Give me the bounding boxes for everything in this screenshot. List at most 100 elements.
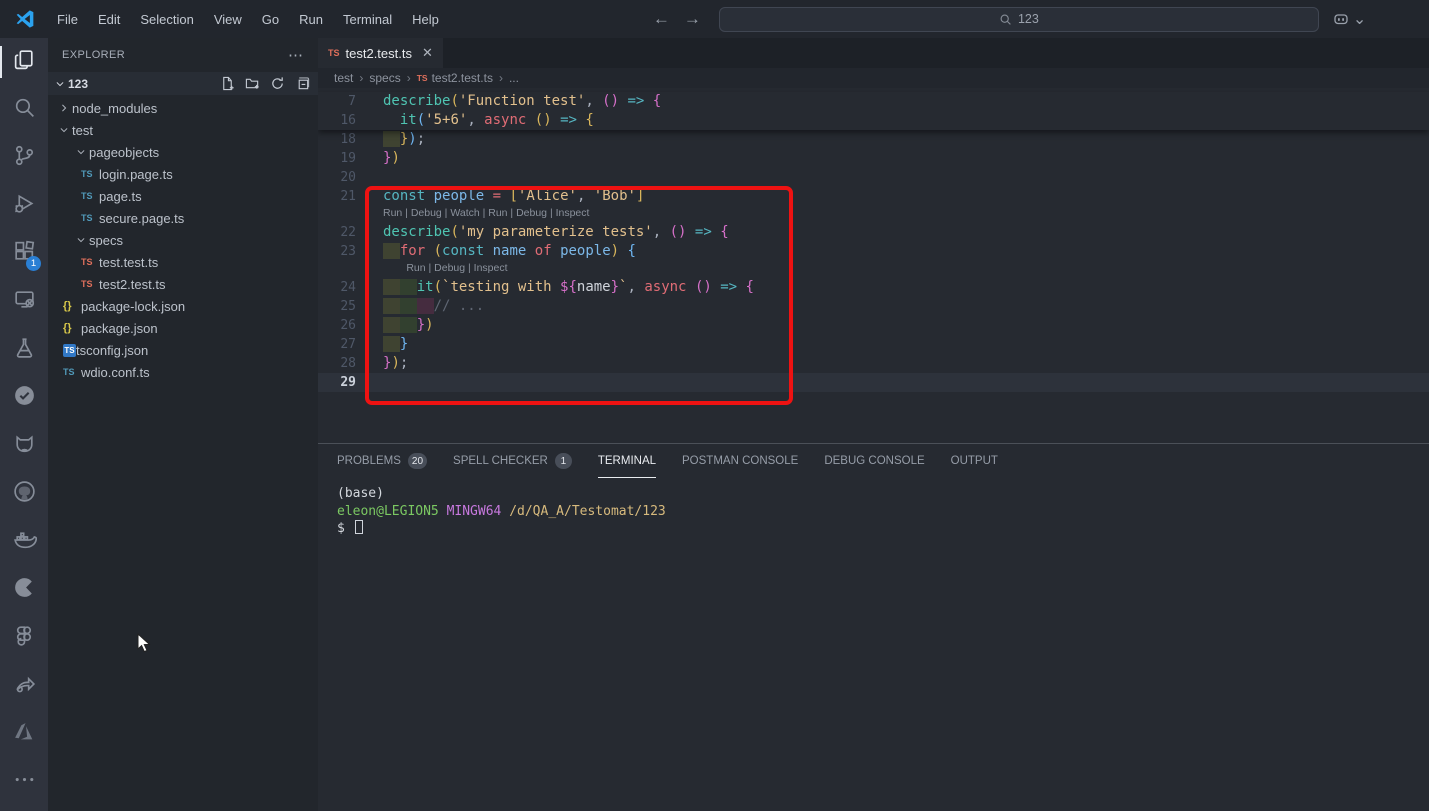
panel-tab-terminal[interactable]: TERMINAL — [598, 444, 656, 478]
activitybar-testing[interactable] — [0, 326, 48, 374]
code-text: } — [356, 335, 408, 354]
codelens-row[interactable]: Run | Debug | Inspect — [318, 261, 1429, 278]
tree-file-secure-page-ts[interactable]: TSsecure.page.ts — [48, 207, 318, 229]
tree-item-label: test — [72, 123, 93, 138]
tree-item-label: test.test.ts — [99, 255, 158, 270]
panel-tab-debug-console[interactable]: DEBUG CONSOLE — [824, 444, 924, 478]
code-line-27[interactable]: 27 } — [318, 335, 1429, 354]
panel-tab-output[interactable]: OUTPUT — [951, 444, 998, 478]
tree-folder-pageobjects[interactable]: pageobjects — [48, 141, 318, 163]
menu-terminal[interactable]: Terminal — [334, 8, 401, 31]
workspace-section-header[interactable]: 123 — [48, 72, 318, 95]
activitybar-pie-circle-extension[interactable] — [0, 566, 48, 614]
code-line-20[interactable]: 20 — [318, 168, 1429, 187]
ts-square-file-icon: TS — [63, 344, 76, 357]
tree-folder-specs[interactable]: specs — [48, 229, 318, 251]
activitybar-cat-extension[interactable] — [0, 422, 48, 470]
menu-go[interactable]: Go — [253, 8, 288, 31]
breadcrumb-item[interactable]: TStest2.test.ts — [417, 71, 493, 85]
menu-file[interactable]: File — [48, 8, 87, 31]
menu-run[interactable]: Run — [290, 8, 332, 31]
activitybar-run-and-debug[interactable] — [0, 182, 48, 230]
new-folder-icon[interactable] — [244, 76, 260, 92]
code-text: }) — [356, 316, 434, 335]
forward-arrow-icon[interactable]: → — [684, 9, 701, 29]
back-arrow-icon[interactable]: ← — [653, 9, 670, 29]
more-icon — [12, 767, 37, 797]
code-line-16[interactable]: 16 it('5+6', async () => { — [318, 111, 1429, 130]
menu-selection[interactable]: Selection — [131, 8, 202, 31]
remote-explorer-icon — [12, 287, 37, 317]
activitybar-extensions[interactable]: 1 — [0, 230, 48, 278]
activitybar-docker[interactable] — [0, 518, 48, 566]
line-number: 18 — [318, 130, 356, 149]
tree-file-tsconfig-json[interactable]: TStsconfig.json — [48, 339, 318, 361]
close-icon[interactable]: ✕ — [422, 45, 433, 61]
command-search-box[interactable]: 123 — [719, 7, 1319, 32]
code-line-25[interactable]: 25 // ... — [318, 297, 1429, 316]
code-line-22[interactable]: 22describe('my parameterize tests', () =… — [318, 223, 1429, 242]
activitybar-check-circle-extension[interactable] — [0, 374, 48, 422]
tab-test2-test-ts[interactable]: TS test2.test.ts ✕ — [318, 38, 443, 68]
activitybar-search[interactable] — [0, 86, 48, 134]
code-line-7[interactable]: 7describe('Function test', () => { — [318, 92, 1429, 111]
tree-file-package-json[interactable]: {}package.json — [48, 317, 318, 339]
tree-file-package-lock-json[interactable]: {}package-lock.json — [48, 295, 318, 317]
activitybar-explorer[interactable] — [0, 38, 48, 86]
tree-file-test2-test-ts[interactable]: TStest2.test.ts — [48, 273, 318, 295]
code-editor[interactable]: 7describe('Function test', () => {16 it(… — [318, 88, 1429, 443]
testing-icon — [12, 335, 37, 365]
code-line-19[interactable]: 19}) — [318, 149, 1429, 168]
editor-tabbar: TS test2.test.ts ✕ — [318, 38, 1429, 68]
collapse-all-icon[interactable] — [294, 76, 310, 92]
code-line-26[interactable]: 26 }) — [318, 316, 1429, 335]
code-line-21[interactable]: 21const people = ['Alice', 'Bob'] — [318, 187, 1429, 206]
codelens-links[interactable]: Run | Debug | Watch | Run | Debug | Insp… — [356, 206, 589, 223]
ts-blue-file-icon: TS — [63, 367, 81, 377]
activitybar-source-control[interactable] — [0, 134, 48, 182]
code-text: it(`testing with ${name}`, async () => { — [356, 278, 754, 297]
new-file-icon[interactable] — [219, 76, 235, 92]
code-line-28[interactable]: 28}); — [318, 354, 1429, 373]
activitybar-github[interactable] — [0, 470, 48, 518]
breadcrumb-item[interactable]: specs — [369, 71, 400, 85]
activitybar-azure[interactable] — [0, 710, 48, 758]
code-line-29[interactable]: 29 — [318, 373, 1429, 392]
cat-icon — [12, 431, 37, 461]
menu-view[interactable]: View — [205, 8, 251, 31]
tree-folder-test[interactable]: test — [48, 119, 318, 141]
explorer-sidebar: EXPLORER ⋯ 123 node_modulestestpageobjec… — [48, 38, 318, 811]
codelens-row[interactable]: Run | Debug | Watch | Run | Debug | Insp… — [318, 206, 1429, 223]
activitybar-live-share[interactable] — [0, 662, 48, 710]
tree-file-page-ts[interactable]: TSpage.ts — [48, 185, 318, 207]
tree-folder-node-modules[interactable]: node_modules — [48, 97, 318, 119]
ts-blue-file-icon: TS — [81, 213, 99, 223]
codelens-links[interactable]: Run | Debug | Inspect — [356, 261, 508, 278]
panel-tab-problems[interactable]: PROBLEMS20 — [337, 444, 427, 478]
activitybar-figma-extension[interactable] — [0, 614, 48, 662]
refresh-icon[interactable] — [269, 76, 285, 92]
activitybar-remote-explorer[interactable] — [0, 278, 48, 326]
activitybar-more-actions[interactable] — [0, 758, 48, 806]
code-line-23[interactable]: 23 for (const name of people) { — [318, 242, 1429, 261]
panel-tab-postman-console[interactable]: POSTMAN CONSOLE — [682, 444, 798, 478]
terminal-output[interactable]: (base)eleon@LEGION5 MINGW64 /d/QA_A/Test… — [318, 478, 1429, 538]
tree-file-test-test-ts[interactable]: TStest.test.ts — [48, 251, 318, 273]
tree-file-wdio-conf-ts[interactable]: TSwdio.conf.ts — [48, 361, 318, 383]
sticky-scroll: 7describe('Function test', () => {16 it(… — [318, 92, 1429, 130]
code-text: it('5+6', async () => { — [356, 111, 594, 130]
menu-edit[interactable]: Edit — [89, 8, 129, 31]
vscode-logo-icon — [14, 8, 36, 30]
copilot-menu[interactable]: ⌄ — [1333, 9, 1366, 29]
breadcrumb-item[interactable]: test — [334, 71, 353, 85]
code-line-18[interactable]: 18 }); — [318, 130, 1429, 149]
breadcrumb-item[interactable]: ... — [509, 71, 519, 85]
menu-help[interactable]: Help — [403, 8, 448, 31]
explorer-more-icon[interactable]: ⋯ — [288, 46, 304, 64]
terminal-cursor — [355, 520, 363, 534]
line-number: 29 — [318, 373, 356, 392]
code-text — [356, 373, 383, 392]
tree-file-login-page-ts[interactable]: TSlogin.page.ts — [48, 163, 318, 185]
panel-tab-spell-checker[interactable]: SPELL CHECKER1 — [453, 444, 572, 478]
code-line-24[interactable]: 24 it(`testing with ${name}`, async () =… — [318, 278, 1429, 297]
